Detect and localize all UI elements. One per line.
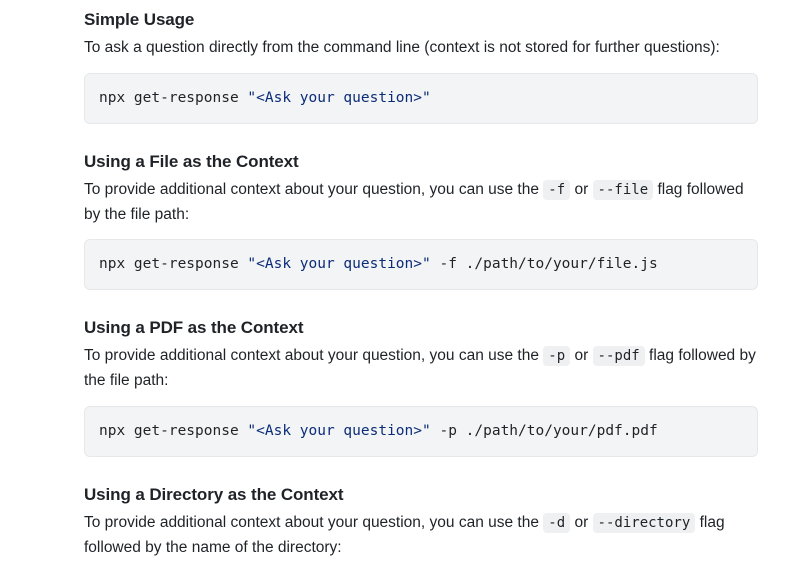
flag-short: -p [543,346,570,366]
section-file-context: Using a File as the Context To provide a… [84,152,758,291]
code-prefix: npx get-response [99,256,247,272]
code-prefix: npx get-response [99,423,247,439]
flag-long: --file [593,180,654,200]
code-file-context[interactable]: npx get-response "<Ask your question>" -… [84,239,758,290]
desc-text: To provide additional context about your… [84,181,543,198]
desc-directory-context: To provide additional context about your… [84,511,758,561]
code-question: "<Ask your question>" [247,423,430,439]
flag-long: --directory [593,513,696,533]
desc-file-context: To provide additional context about your… [84,178,758,228]
code-prefix: npx get-response [99,90,247,106]
desc-text: or [574,181,592,198]
code-question: "<Ask your question>" [247,90,430,106]
section-simple-usage: Simple Usage To ask a question directly … [84,10,758,124]
desc-text: To ask a question directly from the comm… [84,39,720,56]
heading-file-context: Using a File as the Context [84,152,758,172]
code-question: "<Ask your question>" [247,256,430,272]
desc-simple-usage: To ask a question directly from the comm… [84,36,758,61]
desc-text: To provide additional context about your… [84,514,543,531]
flag-short: -d [543,513,570,533]
desc-text: or [574,514,592,531]
desc-text: or [574,347,592,364]
heading-directory-context: Using a Directory as the Context [84,485,758,505]
doc-page: Simple Usage To ask a question directly … [0,10,800,561]
section-pdf-context: Using a PDF as the Context To provide ad… [84,318,758,457]
heading-pdf-context: Using a PDF as the Context [84,318,758,338]
flag-long: --pdf [593,346,645,366]
flag-short: -f [543,180,570,200]
code-suffix: -p ./path/to/your/pdf.pdf [431,423,658,439]
section-directory-context: Using a Directory as the Context To prov… [84,485,758,561]
code-suffix: -f ./path/to/your/file.js [431,256,658,272]
code-simple-usage[interactable]: npx get-response "<Ask your question>" [84,73,758,124]
desc-pdf-context: To provide additional context about your… [84,344,758,394]
code-pdf-context[interactable]: npx get-response "<Ask your question>" -… [84,406,758,457]
heading-simple-usage: Simple Usage [84,10,758,30]
desc-text: To provide additional context about your… [84,347,543,364]
